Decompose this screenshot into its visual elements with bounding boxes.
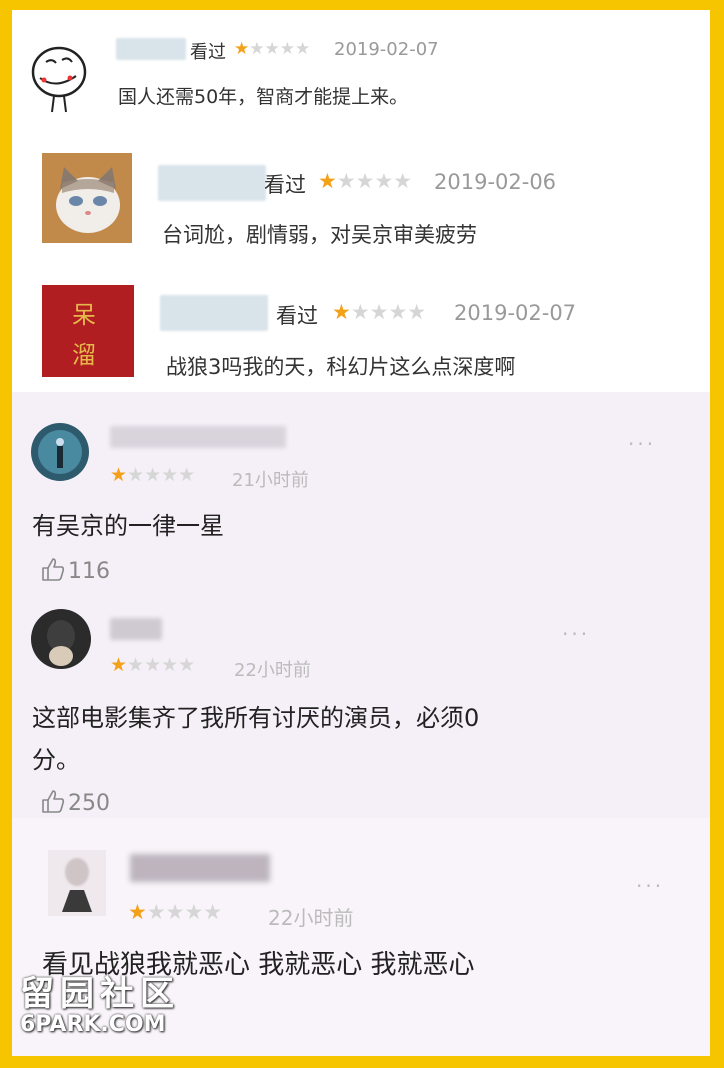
- review-date: 2019-02-07: [334, 39, 439, 60]
- avatar-card-char: 溜: [72, 341, 96, 369]
- comment-time: 22小时前: [234, 660, 311, 681]
- star-filled-icon: ★: [234, 39, 250, 59]
- watermark-chinese: 留园社区: [20, 974, 180, 1014]
- review-date: 2019-02-06: [434, 170, 557, 194]
- review-text: 国人还需50年，智商才能提上来。: [118, 86, 409, 108]
- like-button[interactable]: 250: [40, 788, 110, 816]
- cat-avatar[interactable]: [42, 153, 132, 243]
- star-filled-icon: ★: [110, 654, 128, 676]
- blurred-username[interactable]: [110, 618, 162, 640]
- star-filled-icon: ★: [110, 464, 128, 486]
- review-item: 呆 溜 看过 ★★★★★ 2019-02-07 战狼3吗我的天，科幻片这么点深度…: [12, 265, 710, 392]
- red-card-avatar[interactable]: 呆 溜: [42, 285, 134, 377]
- thumbs-up-icon: [42, 790, 65, 813]
- trollface-avatar-icon[interactable]: [26, 38, 92, 114]
- blurred-username[interactable]: [110, 426, 286, 448]
- review-item: 看过 ★★★★★ 2019-02-06 台词尬，剧情弱，对吴京审美疲劳: [12, 135, 710, 265]
- blurred-username[interactable]: [130, 854, 270, 882]
- star-filled-icon: ★: [332, 300, 351, 324]
- blurred-username[interactable]: [116, 38, 186, 60]
- like-count: 250: [68, 791, 110, 816]
- review-text: 战狼3吗我的天，科幻片这么点深度啊: [166, 355, 516, 379]
- maoyan-comment-panel: ··· ★★★★★ 21小时前 有吴京的一律一星 116 ··· ★★★★★ 2…: [12, 392, 710, 818]
- watched-label: 看过: [276, 304, 318, 328]
- comment-text: 有吴京的一律一星: [32, 512, 224, 540]
- more-options-icon[interactable]: ···: [628, 432, 656, 456]
- star-filled-icon: ★: [128, 900, 147, 924]
- review-item: 看过 ★★★★★ 2019-02-07 国人还需50年，智商才能提上来。: [12, 10, 710, 135]
- star-empty-icon: ★★★★: [127, 464, 196, 486]
- rating-stars: ★★★★★: [234, 39, 310, 59]
- comment-time: 21小时前: [232, 470, 309, 491]
- user-avatar-icon[interactable]: [30, 422, 90, 482]
- rating-stars: ★★★★★: [332, 300, 426, 324]
- blurred-username[interactable]: [158, 165, 266, 201]
- review-date: 2019-02-07: [454, 301, 577, 325]
- thumbs-up-icon: [42, 558, 65, 581]
- watched-label: 看过: [264, 173, 306, 197]
- like-count: 116: [68, 559, 110, 584]
- comment-item: ··· ★★★★★ 21小时前 有吴京的一律一星 116: [12, 392, 710, 592]
- watermark-english: 6PARK.COM: [20, 1012, 166, 1037]
- review-text: 台词尬，剧情弱，对吴京审美疲劳: [162, 223, 477, 247]
- rating-stars: ★★★★★: [128, 900, 222, 924]
- star-empty-icon: ★★★★: [146, 900, 223, 924]
- star-empty-icon: ★★★★: [249, 39, 311, 59]
- more-options-icon[interactable]: ···: [636, 874, 664, 898]
- cat-photo-icon: [42, 153, 132, 243]
- star-filled-icon: ★: [318, 169, 337, 193]
- user-avatar-icon[interactable]: [30, 608, 92, 670]
- rating-stars: ★★★★★: [318, 169, 412, 193]
- comment-text-line: 这部电影集齐了我所有讨厌的演员，必须0: [32, 704, 480, 732]
- blurred-username[interactable]: [160, 295, 268, 331]
- rating-stars: ★★★★★: [110, 654, 195, 676]
- comment-time: 22小时前: [268, 906, 354, 930]
- star-empty-icon: ★★★★: [336, 169, 413, 193]
- rating-stars: ★★★★★: [110, 464, 195, 486]
- comment-item: ··· ★★★★★ 22小时前 这部电影集齐了我所有讨厌的演员，必须0 分。 2…: [12, 592, 710, 818]
- like-button[interactable]: 116: [40, 556, 110, 584]
- star-empty-icon: ★★★★: [127, 654, 196, 676]
- douban-review-panel: 看过 ★★★★★ 2019-02-07 国人还需50年，智商才能提上来。 看过 …: [12, 10, 710, 392]
- more-options-icon[interactable]: ···: [562, 622, 590, 646]
- watched-label: 看过: [190, 42, 226, 63]
- comment-text-line: 分。: [32, 746, 80, 774]
- user-avatar-icon[interactable]: [48, 850, 106, 916]
- avatar-card-char: 呆: [72, 301, 96, 329]
- star-empty-icon: ★★★★: [350, 300, 427, 324]
- screenshot-collage: 看过 ★★★★★ 2019-02-07 国人还需50年，智商才能提上来。 看过 …: [12, 10, 710, 1056]
